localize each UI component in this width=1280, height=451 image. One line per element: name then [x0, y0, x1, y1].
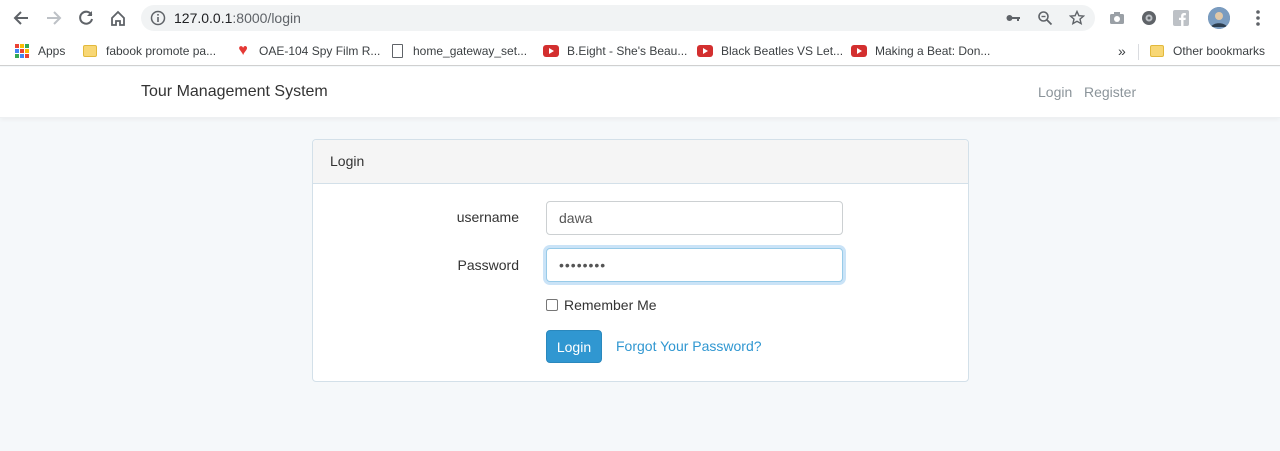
youtube-icon: [697, 43, 713, 59]
heart-icon: ♥: [238, 42, 248, 59]
login-card: Login username dawa Password •••••••• Re…: [312, 139, 969, 382]
url-text[interactable]: 127.0.0.1:8000/login: [174, 10, 301, 26]
profile-avatar[interactable]: [1208, 7, 1230, 29]
home-icon[interactable]: [106, 6, 130, 30]
key-icon[interactable]: [1004, 9, 1022, 27]
bookmarks-overflow-button[interactable]: »: [1118, 42, 1126, 60]
facebook-icon[interactable]: [1172, 9, 1190, 27]
bookmark-item[interactable]: home_gateway_set...: [389, 42, 527, 60]
nav-register-link[interactable]: Register: [1084, 84, 1136, 100]
password-field[interactable]: ••••••••: [546, 248, 843, 282]
bookmark-item[interactable]: Making a Beat: Don...: [851, 42, 990, 60]
bookmark-apps[interactable]: Apps: [14, 42, 65, 60]
youtube-icon: [851, 43, 867, 59]
folder-icon: [1149, 43, 1165, 59]
forward-icon[interactable]: [42, 6, 66, 30]
bookmark-label: B.Eight - She's Beau...: [567, 44, 688, 58]
brand-link[interactable]: Tour Management System: [141, 83, 328, 101]
nav-login-link[interactable]: Login: [1038, 84, 1072, 100]
extension-icon[interactable]: [1140, 9, 1158, 27]
bookmark-label: Making a Beat: Don...: [875, 44, 991, 58]
bookmark-item[interactable]: ♥ OAE-104 Spy Film R...: [235, 42, 380, 60]
apps-icon: [14, 43, 30, 59]
bookmark-label: OAE-104 Spy Film R...: [259, 44, 381, 58]
star-icon[interactable]: [1068, 9, 1086, 27]
bookmark-label: Other bookmarks: [1173, 44, 1266, 58]
url-path: :8000/login: [232, 10, 301, 26]
bookmark-item[interactable]: fabook promote pa...: [82, 42, 216, 60]
login-button[interactable]: Login: [546, 330, 602, 363]
username-field[interactable]: dawa: [546, 201, 843, 235]
app-navbar: Tour Management System Login Register: [0, 67, 1280, 118]
remember-me-checkbox[interactable]: [546, 299, 558, 311]
back-icon[interactable]: [9, 6, 33, 30]
card-header: Login: [313, 140, 968, 184]
document-icon: [389, 43, 405, 59]
url-host: 127.0.0.1: [174, 10, 233, 26]
bookmark-item[interactable]: Black Beatles VS Let...: [697, 42, 843, 60]
zoom-icon[interactable]: [1036, 9, 1054, 27]
camera-icon[interactable]: [1108, 9, 1126, 27]
browser-toolbar: 127.0.0.1:8000/login: [0, 0, 1280, 36]
address-bar[interactable]: 127.0.0.1:8000/login: [141, 5, 1095, 31]
remember-me-label[interactable]: Remember Me: [564, 297, 657, 313]
divider: [1138, 44, 1139, 60]
info-icon[interactable]: [150, 10, 166, 26]
bookmark-other[interactable]: Other bookmarks: [1149, 42, 1265, 60]
youtube-icon: [543, 43, 559, 59]
bookmark-item[interactable]: B.Eight - She's Beau...: [543, 42, 687, 60]
password-label: Password: [457, 257, 519, 273]
folder-icon: [82, 43, 98, 59]
bookmark-label: home_gateway_set...: [413, 44, 528, 58]
overflow-label: »: [1118, 43, 1126, 59]
bookmark-label: Apps: [38, 44, 66, 58]
reload-icon[interactable]: [74, 6, 98, 30]
menu-icon[interactable]: [1249, 9, 1267, 27]
forgot-password-link[interactable]: Forgot Your Password?: [616, 338, 762, 354]
bookmarks-bar: Apps fabook promote pa... ♥ OAE-104 Spy …: [0, 36, 1280, 66]
bookmark-label: fabook promote pa...: [106, 44, 217, 58]
username-label: username: [456, 209, 519, 225]
bookmark-label: Black Beatles VS Let...: [721, 44, 844, 58]
